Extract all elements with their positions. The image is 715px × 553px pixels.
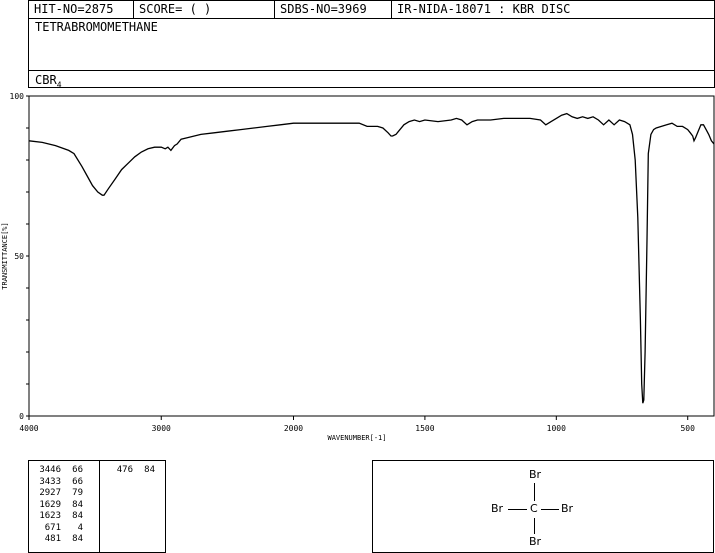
- atom-center-c: C: [530, 502, 538, 515]
- peak-wavenumber: 3433: [39, 476, 61, 487]
- x-tick-label: 500: [680, 424, 695, 433]
- peak-transmittance: 84: [144, 465, 155, 475]
- bond-bottom: [534, 518, 535, 534]
- peak-wavenumber: 1629: [39, 499, 61, 510]
- peak-transmittance: 66: [72, 476, 83, 487]
- ir-spectrum-chart: 100500 4000 3000 2000 1500 1000 500 WAVENUMBE…: [1, 92, 715, 442]
- x-tick-label: 1000: [547, 424, 566, 433]
- atom-top-br: Br: [529, 468, 542, 481]
- x-tick-label: 4000: [19, 424, 38, 433]
- x-axis-label: WAVENUMBER[-1]: [327, 434, 386, 442]
- x-ticks: 4000 3000 2000 1500 1000 500: [19, 416, 695, 433]
- bond-left: [508, 509, 527, 510]
- peak-wavenumber: 476: [116, 465, 133, 475]
- y-tick-label: 50: [14, 252, 24, 261]
- bond-right: [541, 509, 559, 510]
- x-tick-label: 1500: [415, 424, 434, 433]
- atom-right-br: Br: [561, 502, 574, 515]
- peak-transmittance: 79: [72, 488, 83, 498]
- y-axis-label: TRANSMITTANCE[%]: [1, 222, 9, 289]
- peak-wavenumber: 1623: [39, 511, 61, 521]
- peak-transmittance: 84: [72, 511, 83, 521]
- peak-transmittance: 84: [72, 534, 83, 544]
- spectrum-line: [28, 112, 715, 404]
- peak-transmittance: 84: [72, 499, 83, 510]
- peak-wavenumber: 2927: [39, 488, 61, 498]
- peak-wavenumber: 3446: [39, 465, 61, 475]
- peak-table: 3446 66 3433 66 2927 79 1629 84 1623 84 671 4 481 84 4…: [28, 460, 166, 553]
- peak-transmittance: 66: [72, 465, 83, 475]
- bond-top: [534, 483, 535, 501]
- atom-bottom-br: Br: [529, 535, 542, 548]
- y-tick-label: 0: [19, 412, 24, 421]
- peak-wavenumber: 481: [44, 534, 61, 544]
- x-tick-label: 3000: [152, 424, 171, 433]
- peak-wavenumber: 671: [44, 522, 61, 533]
- structure-box: Br Br C Br Br: [372, 460, 714, 553]
- plot-frame: [28, 95, 715, 417]
- peak-transmittance: 4: [77, 522, 83, 533]
- x-tick-label: 2000: [284, 424, 303, 433]
- peak-table-divider: [99, 461, 100, 552]
- y-tick-label: 100: [10, 92, 25, 101]
- y-ticks: 100 50 0: [10, 92, 29, 421]
- atom-left-br: Br: [491, 502, 504, 515]
